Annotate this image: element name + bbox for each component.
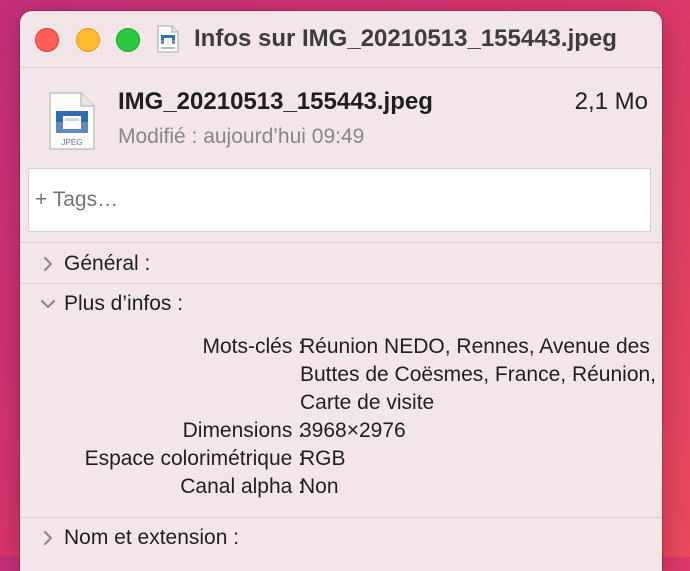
info-key: Dimensions : bbox=[182, 419, 304, 442]
chevron-right-icon bbox=[44, 257, 52, 271]
section-name-extension[interactable]: Nom et extension : bbox=[20, 519, 662, 557]
chevron-right-icon bbox=[44, 531, 52, 545]
section-separator bbox=[20, 283, 662, 284]
file-name: IMG_20210513_155443.jpeg bbox=[118, 88, 433, 115]
info-value: Réunion NEDO, Rennes, Avenue des Buttes … bbox=[300, 335, 657, 414]
window-title: Infos sur IMG_20210513_155443.jpeg bbox=[194, 25, 617, 52]
jpeg-file-icon: JPEG bbox=[49, 92, 95, 150]
file-type-badge: JPEG bbox=[62, 138, 83, 147]
info-value: RGB bbox=[300, 447, 346, 470]
info-key: Espace colorimétrique : bbox=[84, 447, 304, 470]
chevron-down-icon bbox=[41, 300, 55, 308]
section-separator bbox=[20, 517, 662, 518]
section-general-label: Général : bbox=[64, 252, 151, 275]
info-key: Mots-clés : bbox=[202, 335, 304, 358]
close-button[interactable] bbox=[35, 28, 59, 52]
section-more-info[interactable]: Plus d’infos : bbox=[20, 285, 662, 323]
jpeg-file-icon bbox=[157, 25, 179, 53]
info-key: Canal alpha : bbox=[180, 475, 304, 498]
title-bar[interactable]: Infos sur IMG_20210513_155443.jpeg bbox=[20, 11, 662, 67]
section-general[interactable]: Général : bbox=[20, 245, 662, 283]
minimize-button[interactable] bbox=[76, 28, 100, 52]
section-separator bbox=[20, 242, 662, 243]
modified-date: Modifié : aujourd’hui 09:49 bbox=[118, 125, 365, 148]
tags-input[interactable] bbox=[28, 168, 651, 232]
file-size: 2,1 Mo bbox=[574, 88, 648, 115]
section-more-info-label: Plus d’infos : bbox=[64, 292, 184, 315]
zoom-button[interactable] bbox=[116, 28, 140, 52]
title-separator bbox=[20, 67, 662, 68]
info-value: Non bbox=[300, 475, 339, 498]
info-value: 3968×2976 bbox=[300, 419, 406, 442]
section-name-extension-label: Nom et extension : bbox=[64, 526, 240, 549]
info-window: Infos sur IMG_20210513_155443.jpeg JPEG … bbox=[20, 11, 662, 571]
